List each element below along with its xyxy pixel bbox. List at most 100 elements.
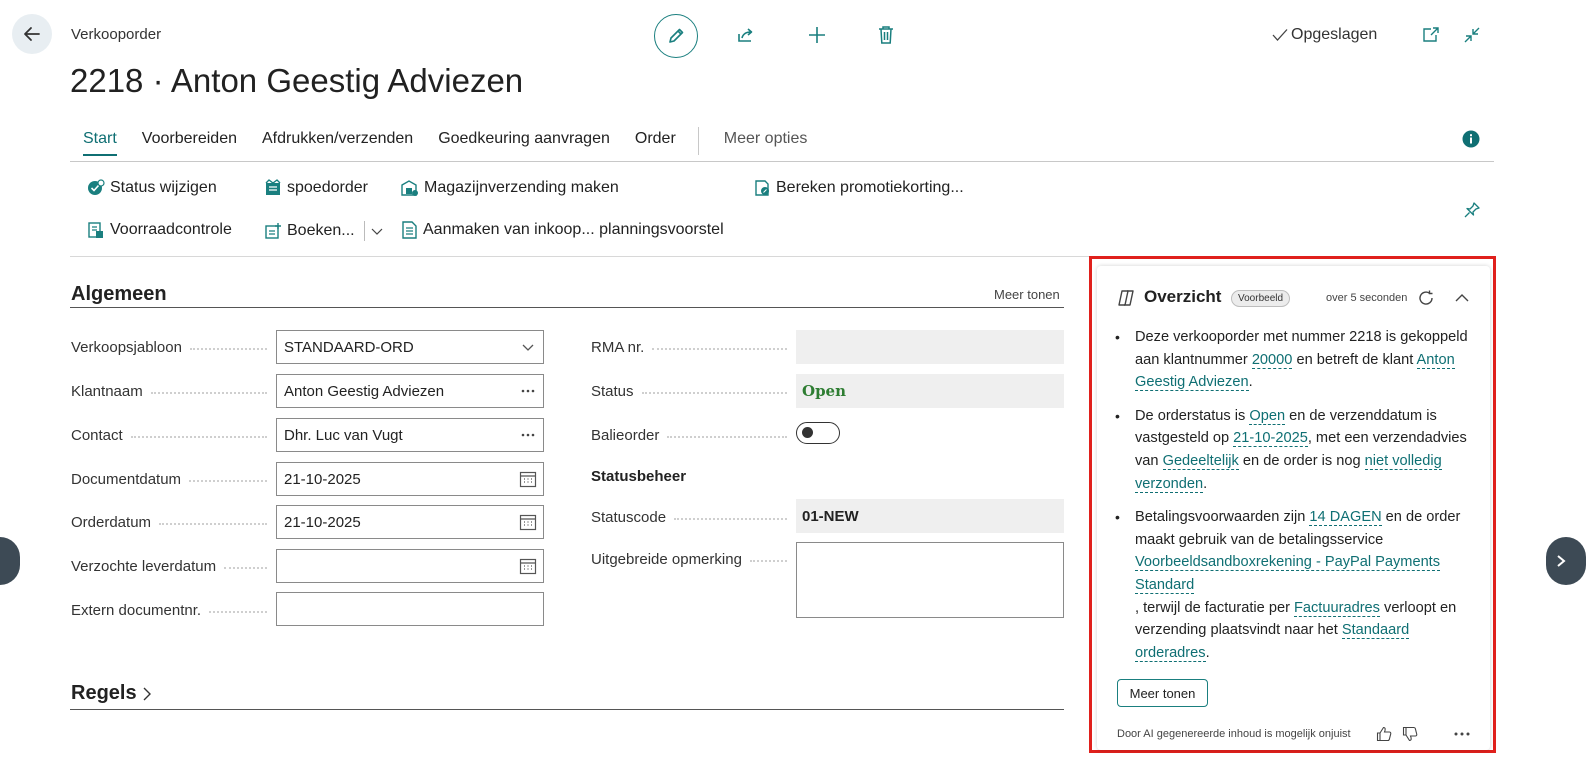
tab-order[interactable]: Order xyxy=(635,130,676,154)
info-button[interactable] xyxy=(1462,130,1480,148)
thumbs-up-icon xyxy=(1376,726,1392,742)
section-divider xyxy=(70,709,1064,710)
tab-afdrukken-verzenden[interactable]: Afdrukken/verzenden xyxy=(262,130,413,154)
status-field: Open xyxy=(796,374,1064,408)
general-show-more-link[interactable]: Meer tonen xyxy=(994,287,1060,302)
back-button[interactable] xyxy=(12,14,52,54)
status-wijzigen-action[interactable]: Status wijzigen xyxy=(87,179,217,197)
refresh-button[interactable] xyxy=(1416,288,1436,308)
section-divider xyxy=(70,307,1064,308)
statuscode-field: 01-NEW xyxy=(796,499,1064,533)
inkoop-planning-label: Aanmaken van inkoop... planningsvoorstel xyxy=(423,221,724,238)
magazijnverzending-action[interactable]: Magazijnverzending maken xyxy=(400,179,619,197)
verkoopsjabloon-field[interactable]: STANDAARD-ORD xyxy=(276,330,544,364)
orderdatum-label: Orderdatum xyxy=(71,512,275,532)
klantnaam-label: Klantnaam xyxy=(71,381,275,401)
extern-documentnr-field[interactable] xyxy=(276,592,544,626)
more-options-icon[interactable] xyxy=(520,432,536,438)
plus-icon xyxy=(809,27,825,43)
summary-bullet: De orderstatus is Open en de verzenddatu… xyxy=(1112,405,1484,495)
tab-separator xyxy=(697,127,699,155)
voorraadcontrole-label: Voorraadcontrole xyxy=(110,221,232,238)
contact-value: Dhr. Luc van Vugt xyxy=(284,426,403,444)
overview-show-more-button[interactable]: Meer tonen xyxy=(1117,679,1208,707)
thumbs-up-button[interactable] xyxy=(1375,725,1393,743)
balieorder-label: Balieorder xyxy=(591,425,795,445)
chevron-right-icon xyxy=(143,687,151,700)
collapse-panel-button[interactable] xyxy=(1452,288,1472,308)
link-shipping-advice[interactable]: Gedeeltelijk xyxy=(1162,452,1239,470)
chevron-down-icon xyxy=(522,344,534,351)
balieorder-toggle[interactable] xyxy=(796,422,840,444)
collapse-button[interactable] xyxy=(1461,24,1483,46)
chevron-down-icon[interactable] xyxy=(370,224,384,238)
voorraadcontrole-action[interactable]: Voorraadcontrole xyxy=(87,221,232,239)
delete-button[interactable] xyxy=(873,22,899,48)
open-in-new-window-button[interactable] xyxy=(1420,24,1442,46)
more-options-icon xyxy=(1454,732,1470,736)
calendar-icon[interactable] xyxy=(519,470,537,488)
contact-field[interactable]: Dhr. Luc van Vugt xyxy=(276,418,544,452)
next-record-button[interactable] xyxy=(1546,537,1586,585)
calendar-icon[interactable] xyxy=(519,557,537,575)
rma-nr-field xyxy=(796,330,1064,364)
status-change-icon xyxy=(88,179,105,195)
link-payment-service[interactable]: Voorbeeldsandboxrekening - PayPal Paymen… xyxy=(1135,554,1441,594)
action-tabs: Start Voorbereiden Afdrukken/verzenden G… xyxy=(70,127,1494,162)
thumbs-down-button[interactable] xyxy=(1401,725,1419,743)
warehouse-shipment-icon xyxy=(401,180,418,196)
split-separator xyxy=(363,221,365,241)
tab-voorbereiden[interactable]: Voorbereiden xyxy=(142,130,237,154)
uitgebreide-opmerking-label: Uitgebreide opmerking xyxy=(591,549,795,569)
info-icon xyxy=(1462,130,1480,148)
tab-more-options[interactable]: Meer opties xyxy=(724,130,808,154)
thumbs-down-icon xyxy=(1402,726,1418,742)
link-status[interactable]: Open xyxy=(1249,407,1286,425)
overview-timestamp: over 5 seconden xyxy=(1326,292,1408,304)
boeken-action[interactable]: Boeken... xyxy=(264,221,384,241)
status-wijzigen-label: Status wijzigen xyxy=(110,179,217,196)
statuscode-value: 01-NEW xyxy=(802,507,859,525)
orderdatum-value: 21-10-2025 xyxy=(284,513,361,531)
link-bill-to[interactable]: Factuuradres xyxy=(1293,599,1380,617)
verzochte-leverdatum-field[interactable] xyxy=(276,549,544,583)
promotiekorting-action[interactable]: Bereken promotiekorting... xyxy=(753,179,964,197)
promotion-discount-icon xyxy=(755,180,769,196)
rush-order-icon xyxy=(265,179,281,195)
link-shipment-date[interactable]: 21-10-2025 xyxy=(1233,430,1308,448)
calendar-icon[interactable] xyxy=(519,513,537,531)
verzochte-leverdatum-label: Verzochte leverdatum xyxy=(71,556,275,576)
uitgebreide-opmerking-field[interactable] xyxy=(796,542,1064,618)
inventory-check-icon xyxy=(88,222,103,238)
pin-button[interactable] xyxy=(1462,200,1482,220)
new-button[interactable] xyxy=(804,22,830,48)
summary-bullet: Betalingsvoorwaarden zijn 14 DAGEN en de… xyxy=(1112,506,1484,664)
more-options-button[interactable] xyxy=(1452,726,1472,742)
spoedorder-action[interactable]: spoedorder xyxy=(264,179,368,197)
previous-record-button[interactable] xyxy=(0,537,20,585)
summary-bullet: Deze verkooporder met nummer 2218 is gek… xyxy=(1112,326,1484,394)
link-customer-number[interactable]: 20000 xyxy=(1251,351,1293,369)
post-icon xyxy=(265,223,281,239)
planning-worksheet-icon xyxy=(402,221,417,239)
promotiekorting-label: Bereken promotiekorting... xyxy=(776,179,964,196)
link-payment-terms[interactable]: 14 DAGEN xyxy=(1309,509,1382,527)
tab-start[interactable]: Start xyxy=(83,130,117,156)
tab-goedkeuring-aanvragen[interactable]: Goedkeuring aanvragen xyxy=(438,130,610,154)
klantnaam-field[interactable]: Anton Geestig Adviezen xyxy=(276,374,544,408)
share-button[interactable] xyxy=(733,22,759,48)
documentdatum-field[interactable]: 21-10-2025 xyxy=(276,462,544,496)
section-title-regels[interactable]: Regels xyxy=(71,682,153,705)
documentdatum-value: 21-10-2025 xyxy=(284,470,361,488)
inkoop-planning-action[interactable]: Aanmaken van inkoop... planningsvoorstel xyxy=(401,221,724,239)
edit-button[interactable] xyxy=(654,14,698,58)
section-title-algemeen: Algemeen xyxy=(71,283,167,305)
orderdatum-field[interactable]: 21-10-2025 xyxy=(276,505,544,539)
chevron-up-icon xyxy=(1455,294,1469,302)
spoedorder-label: spoedorder xyxy=(287,179,368,196)
copilot-icon xyxy=(1116,289,1136,307)
more-options-icon[interactable] xyxy=(520,388,536,394)
ai-disclaimer: Door AI gegenereerde inhoud is mogelijk … xyxy=(1117,728,1351,740)
pin-icon xyxy=(1464,202,1480,218)
open-in-new-window-icon xyxy=(1423,27,1439,42)
